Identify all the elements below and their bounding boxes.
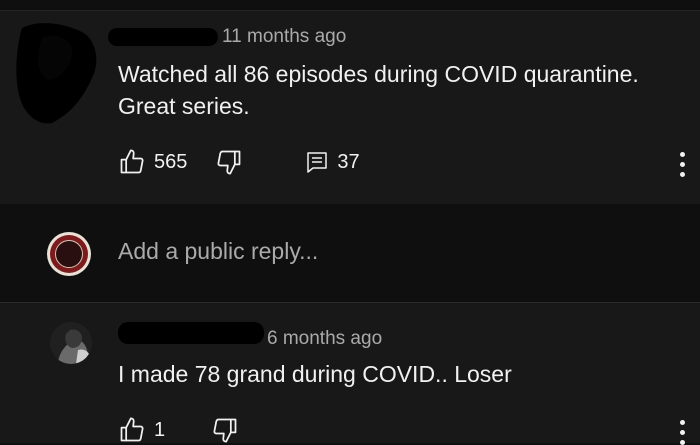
redacted-username	[108, 28, 218, 46]
like-button[interactable]: 565	[118, 148, 187, 176]
like-button[interactable]: 1	[118, 416, 165, 444]
comment-actions: 565 37	[118, 148, 360, 176]
top-divider	[0, 0, 700, 11]
redacted-username	[118, 322, 264, 344]
comment-text: I made 78 grand during COVID.. Loser	[118, 361, 512, 387]
more-vert-icon[interactable]	[678, 420, 686, 445]
user-avatar	[47, 232, 91, 276]
thumbs-up-icon	[120, 417, 144, 442]
thumbs-up-icon	[120, 149, 144, 174]
reply-input[interactable]: Add a public reply...	[118, 238, 318, 265]
like-count: 1	[154, 418, 166, 441]
more-vert-icon[interactable]	[678, 152, 686, 177]
comment-icon	[307, 152, 328, 173]
comment-timestamp: 6 months ago	[267, 328, 383, 349]
thumbs-down-icon	[217, 150, 241, 175]
like-count: 565	[154, 150, 188, 173]
comment-text-line-2: Great series.	[118, 93, 250, 119]
avatar	[50, 322, 92, 364]
redacted-avatar	[16, 23, 97, 124]
thumbs-down-icon	[213, 418, 237, 443]
comment-timestamp: 11 months ago	[222, 26, 347, 47]
replies-button[interactable]: 37	[305, 150, 360, 174]
dislike-button[interactable]	[211, 416, 239, 444]
reply-count: 37	[337, 150, 360, 173]
comment-actions: 1	[118, 416, 239, 444]
dislike-button[interactable]	[215, 148, 243, 176]
comment-text-line-1: Watched all 86 episodes during COVID qua…	[118, 61, 639, 87]
avatar-image	[50, 322, 92, 364]
reply-area	[0, 204, 700, 301]
